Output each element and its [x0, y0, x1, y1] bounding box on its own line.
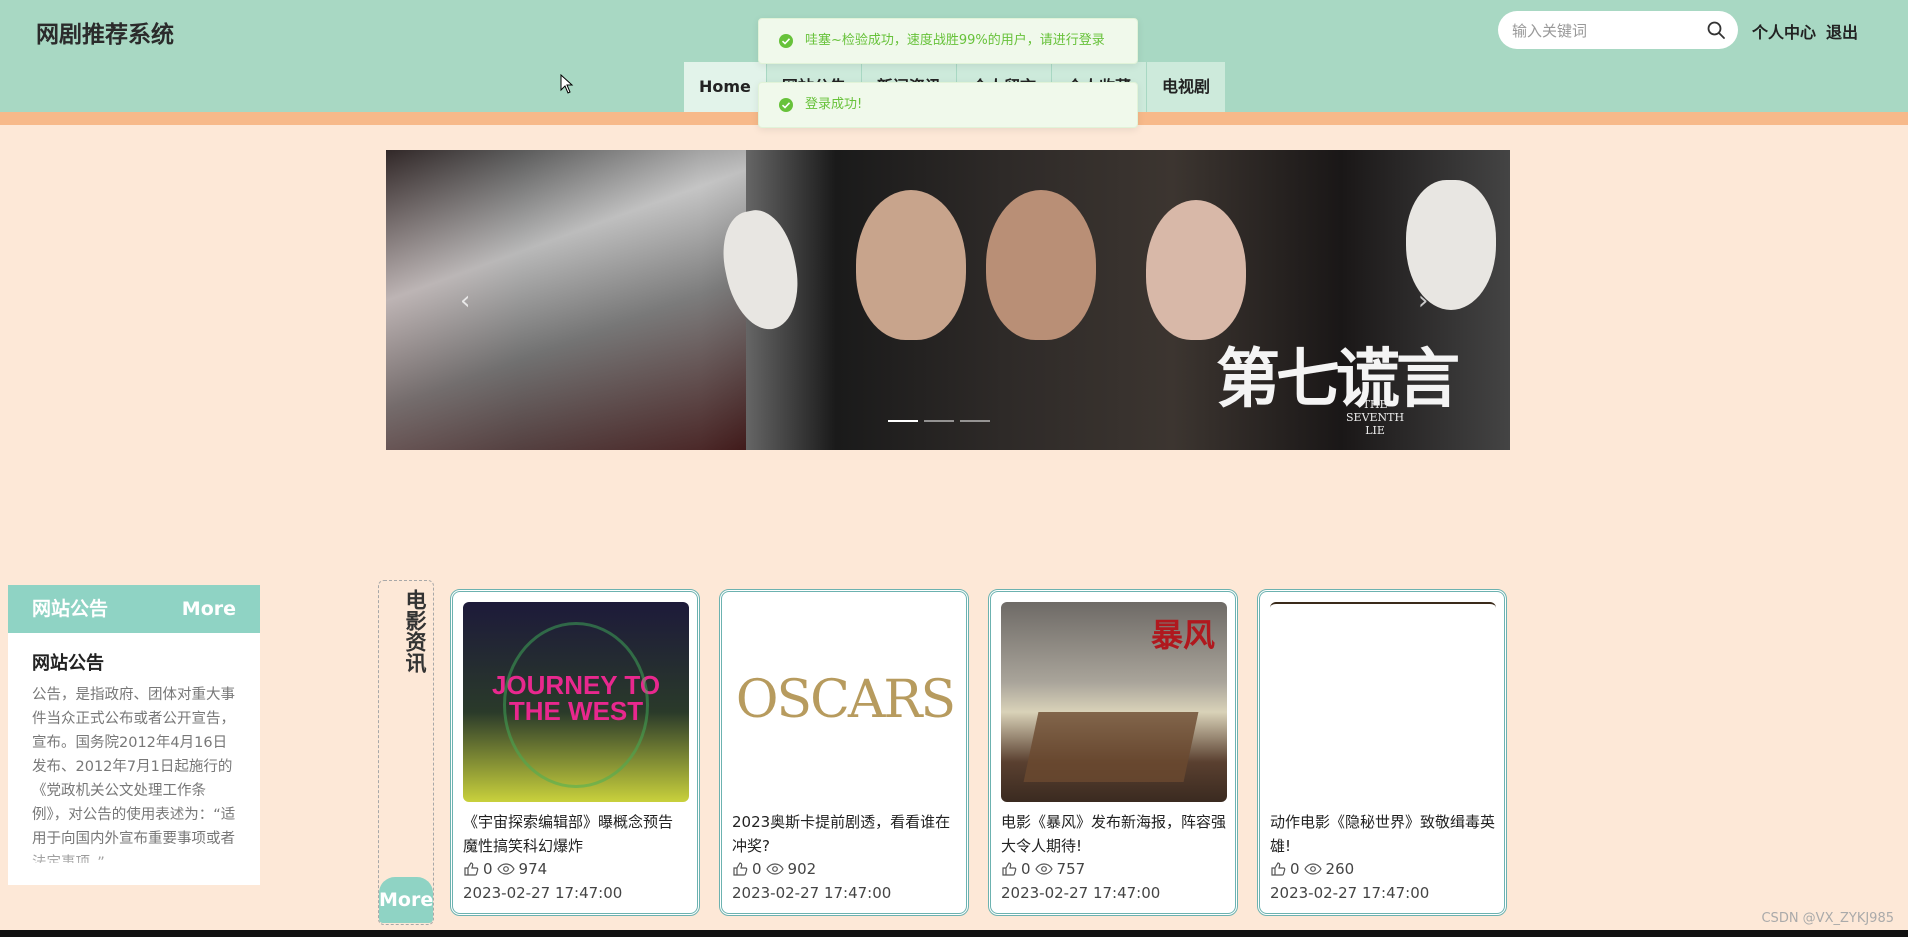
news-card-title[interactable]: 动作电影《隐秘世界》致敬缉毒英雄!	[1270, 810, 1498, 858]
news-card-image[interactable]: 暴风	[1001, 602, 1227, 802]
banner-carousel[interactable]: 第七谎言 THE SEVENTH LIE ‹ ›	[386, 150, 1510, 450]
mouse-cursor-icon	[560, 74, 574, 94]
notice-text: 公告，是指政府、团体对重大事件当众正式公布或者公开宣告，宣布。国务院2012年4…	[32, 687, 236, 863]
search-icon[interactable]	[1706, 20, 1726, 40]
poster-graphic	[503, 622, 649, 788]
carousel-indicators	[888, 420, 990, 422]
poster-graphic	[1023, 712, 1199, 782]
news-card-image[interactable]	[1270, 602, 1496, 804]
thumbs-up-icon[interactable]	[732, 861, 748, 877]
news-card-stats: 0 260	[1270, 860, 1354, 878]
banner-face	[856, 190, 966, 340]
carousel-dot[interactable]	[924, 420, 954, 422]
news-card-date: 2023-02-27 17:47:00	[1001, 884, 1161, 902]
poster-text: OSCARS	[735, 670, 956, 730]
news-more-button[interactable]: More	[379, 877, 433, 923]
toast-verify-success: 哇塞~检验成功，速度战胜99%的用户，请进行登录	[758, 18, 1138, 64]
success-check-icon	[779, 34, 793, 48]
banner-photo	[386, 150, 746, 450]
news-card-image[interactable]: JOURNEY TO THE WEST	[463, 602, 689, 802]
banner-subtitle: THE SEVENTH LIE	[1346, 398, 1405, 437]
bottom-bar	[0, 930, 1908, 937]
views-count: 757	[1056, 860, 1086, 878]
likes-count: 0	[1290, 860, 1300, 878]
toast-login-success: 登录成功!	[758, 82, 1138, 128]
news-card-image[interactable]: OSCARS	[732, 602, 958, 802]
likes-count: 0	[1021, 860, 1031, 878]
views-count: 974	[518, 860, 548, 878]
notice-more-link[interactable]: More	[182, 585, 236, 633]
news-card[interactable]: OSCARS 2023奥斯卡提前剧透，看看谁在冲奖? 0 902 2023-02…	[719, 589, 969, 916]
news-card[interactable]: 暴风 电影《暴风》发布新海报，阵容强大令人期待! 0 757 2023-02-2…	[988, 589, 1238, 916]
banner-title: 第七谎言	[1216, 342, 1460, 417]
notice-header: 网站公告 More	[8, 585, 260, 633]
toast-text: 哇塞~检验成功，速度战胜99%的用户，请进行登录	[805, 33, 1105, 48]
carousel-dot[interactable]	[888, 420, 918, 422]
eye-icon	[1034, 863, 1053, 875]
poster-text: 暴风	[1151, 616, 1216, 654]
views-count: 260	[1325, 860, 1355, 878]
news-card-date: 2023-02-27 17:47:00	[463, 884, 623, 902]
news-card-stats: 0 902	[732, 860, 816, 878]
views-count: 902	[787, 860, 817, 878]
news-card-date: 2023-02-27 17:47:00	[732, 884, 892, 902]
notice-panel: 网站公告 More 网站公告 公告，是指政府、团体对重大事件当众正式公布或者公开…	[8, 585, 260, 885]
user-center-link[interactable]: 个人中心	[1752, 19, 1816, 43]
nav-tv[interactable]: 电视剧	[1146, 62, 1226, 112]
thumbs-up-icon[interactable]	[1270, 861, 1286, 877]
notice-title[interactable]: 网站公告	[8, 633, 260, 683]
notice-header-title: 网站公告	[32, 598, 109, 620]
thumbs-up-icon[interactable]	[463, 861, 479, 877]
news-card-stats: 0 757	[1001, 860, 1085, 878]
thumbs-up-icon[interactable]	[1001, 861, 1017, 877]
search-box	[1498, 11, 1738, 49]
news-section-title: 电影资讯	[403, 589, 427, 673]
eye-icon	[765, 863, 784, 875]
banner-face	[1146, 200, 1246, 340]
watermark: CSDN @VX_ZYKJ985	[1761, 911, 1894, 926]
site-title[interactable]: 网剧推荐系统	[36, 15, 174, 49]
notice-fade	[8, 845, 260, 885]
news-card-stats: 0 974	[463, 860, 547, 878]
news-section-label: 电影资讯 More	[378, 580, 434, 925]
carousel-dot[interactable]	[960, 420, 990, 422]
likes-count: 0	[752, 860, 762, 878]
carousel-next-icon[interactable]: ›	[1418, 286, 1428, 316]
search-input[interactable]	[1510, 19, 1704, 43]
logout-link[interactable]: 退出	[1826, 19, 1858, 43]
toast-text: 登录成功!	[805, 97, 863, 112]
likes-count: 0	[483, 860, 493, 878]
nav-home[interactable]: Home	[684, 62, 767, 112]
news-card[interactable]: JOURNEY TO THE WEST 《宇宙探索编辑部》曝概念预告 魔性搞笑科…	[450, 589, 700, 916]
news-card-title[interactable]: 2023奥斯卡提前剧透，看看谁在冲奖?	[732, 810, 960, 858]
carousel-prev-icon[interactable]: ‹	[460, 286, 470, 316]
banner-face	[986, 190, 1096, 340]
success-check-icon	[779, 98, 793, 112]
news-card-title[interactable]: 电影《暴风》发布新海报，阵容强大令人期待!	[1001, 810, 1229, 858]
eye-icon	[1303, 863, 1322, 875]
news-card[interactable]: 动作电影《隐秘世界》致敬缉毒英雄! 0 260 2023-02-27 17:47…	[1257, 589, 1507, 916]
eye-icon	[496, 863, 515, 875]
news-card-title[interactable]: 《宇宙探索编辑部》曝概念预告 魔性搞笑科幻爆炸	[463, 810, 691, 858]
news-card-date: 2023-02-27 17:47:00	[1270, 884, 1430, 902]
